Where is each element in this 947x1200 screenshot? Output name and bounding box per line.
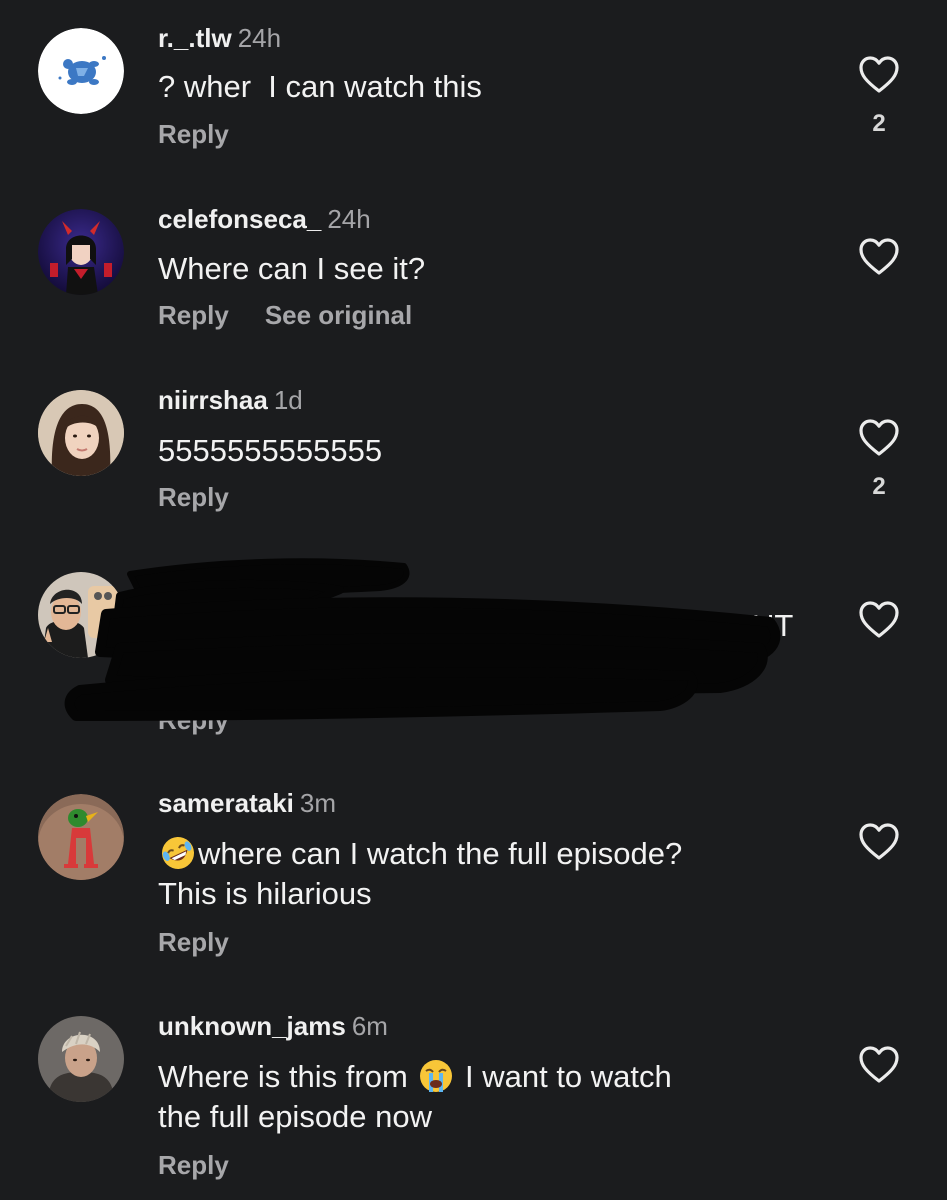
comment-text: 5555555555555 <box>158 433 383 468</box>
comment-meta: r._.tlw 24h <box>158 22 281 54</box>
heart-outline-icon <box>859 823 899 860</box>
timestamp: 1d <box>273 385 303 415</box>
comment-actions: Reply <box>158 1149 229 1181</box>
comment-text-line1: where can I watch the full episode? <box>198 836 683 871</box>
timestamp: 24h <box>327 204 371 234</box>
username[interactable]: r._.tlw <box>158 23 232 53</box>
comment-text: where can I watch the full episode? This… <box>158 834 798 914</box>
comment-actions: Reply <box>158 704 229 736</box>
comment-actions: Reply <box>158 481 229 513</box>
username[interactable]: unknown_jams <box>158 1011 346 1041</box>
reply-button[interactable]: Reply <box>158 927 229 957</box>
reply-button[interactable]: Reply <box>158 482 229 512</box>
avatar[interactable] <box>38 390 124 476</box>
comment-meta: samerataki 3m <box>158 787 336 819</box>
username[interactable]: celefonseca_ <box>158 204 321 234</box>
heart-outline-icon <box>859 419 899 456</box>
comment-text: Where can I see it? <box>158 251 426 286</box>
comment-text-line2: the full episode now <box>158 1099 433 1134</box>
avatar[interactable] <box>38 794 124 880</box>
like-button[interactable] <box>858 55 900 95</box>
like-button[interactable] <box>858 237 900 277</box>
like-button[interactable] <box>858 418 900 458</box>
heart-outline-icon <box>859 1046 899 1083</box>
like-count: 2 <box>872 110 886 137</box>
comment-text-line2: This is hilarious <box>158 876 372 911</box>
like-count: 2 <box>872 473 886 500</box>
avatar[interactable] <box>38 1016 124 1102</box>
see-original-button[interactable]: See original <box>265 300 412 330</box>
comment-actions: Reply <box>158 926 229 958</box>
comment-meta: celefonseca_ 24h <box>158 203 371 235</box>
comment-meta: unknown_jams 6m <box>158 1010 388 1042</box>
avatar[interactable] <box>38 572 124 658</box>
timestamp: 6m <box>351 1011 388 1041</box>
comment-actions: Reply See original <box>158 299 412 331</box>
username[interactable]: samerataki <box>158 788 294 818</box>
reply-button[interactable]: Reply <box>158 1150 229 1180</box>
avatar[interactable] <box>38 28 124 114</box>
heart-outline-icon <box>859 238 899 275</box>
reply-button[interactable]: Reply <box>158 705 229 735</box>
selfie-avatar-image <box>38 572 124 658</box>
comment-text-fragment: UT <box>752 608 794 643</box>
redaction-scribble <box>64 558 781 721</box>
profile-photo-avatar-image <box>38 390 124 476</box>
like-button[interactable] <box>858 1045 900 1085</box>
comment-meta: niirrshaa 1d <box>158 384 303 416</box>
comment-text: ? wher I can watch this <box>158 69 482 104</box>
like-button[interactable] <box>858 600 900 640</box>
like-button[interactable] <box>858 822 900 862</box>
loudly-crying-face-emoji <box>420 1060 453 1092</box>
username[interactable]: niirrshaa <box>158 385 268 415</box>
comment-text: Where is this from I want to watch the f… <box>158 1057 798 1137</box>
comment-text-part2: I want to watch <box>456 1059 672 1094</box>
reply-button[interactable]: Reply <box>158 119 229 149</box>
anime-character-avatar-image <box>38 209 124 295</box>
turtle-avatar-image <box>38 28 124 114</box>
avatar[interactable] <box>38 209 124 295</box>
timestamp: 3m <box>299 788 337 818</box>
timestamp: 24h <box>237 23 282 53</box>
rolling-on-floor-laughing-emoji <box>162 837 194 869</box>
comment-actions: Reply <box>158 118 229 150</box>
comment-text-part1: Where is this from <box>158 1059 417 1094</box>
bird-figure-avatar-image <box>38 794 124 880</box>
heart-outline-icon <box>859 601 899 638</box>
profile-photo-avatar-image <box>38 1016 124 1102</box>
heart-outline-icon <box>859 56 899 93</box>
reply-button[interactable]: Reply <box>158 300 229 330</box>
